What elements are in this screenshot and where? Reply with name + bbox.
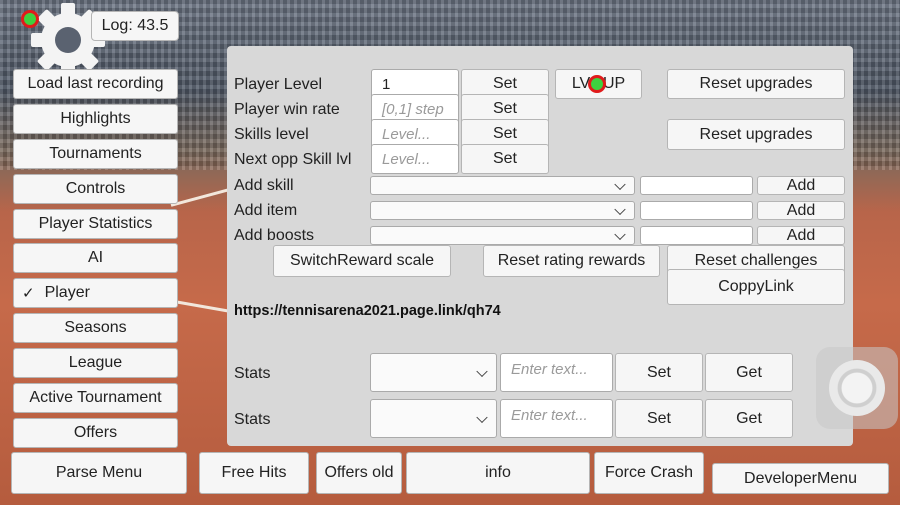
stats-dropdown-2[interactable] (370, 399, 497, 438)
next-opp-skill-set-button[interactable]: Set (461, 144, 549, 174)
stats-set-button[interactable]: Set (615, 353, 703, 392)
sidebar-item-player-statistics[interactable]: Player Statistics (13, 209, 178, 239)
sidebar-item-tournaments[interactable]: Tournaments (13, 139, 178, 169)
sidebar-item-label: Player Statistics (38, 215, 153, 232)
add-item-button[interactable]: Add (757, 201, 845, 220)
chevron-down-icon (476, 411, 488, 423)
force-crash-button[interactable]: Force Crash (594, 452, 704, 494)
next-opp-skill-input[interactable]: Level... (371, 144, 459, 174)
add-boosts-button[interactable]: Add (757, 226, 845, 245)
add-boosts-dropdown[interactable] (370, 226, 635, 245)
sidebar-item-label: Active Tournament (29, 389, 162, 406)
add-skill-dropdown[interactable] (370, 176, 635, 195)
add-skill-text-field[interactable] (640, 176, 753, 195)
stats-get-button[interactable]: Get (705, 353, 793, 392)
reset-rating-rewards-button[interactable]: Reset rating rewards (483, 245, 660, 277)
sidebar-item-label: Tournaments (49, 145, 142, 162)
sidebar-item-offers[interactable]: Offers (13, 418, 178, 448)
free-hits-button[interactable]: Free Hits (199, 452, 309, 494)
stats-text-input-2[interactable]: Enter text... (500, 399, 613, 438)
sidebar-item-highlights[interactable]: Highlights (13, 104, 178, 134)
info-button[interactable]: info (406, 452, 590, 494)
switch-reward-scale-button[interactable]: SwitchReward scale (273, 245, 451, 277)
player-level-label: Player Level (234, 76, 323, 93)
sidebar-item-league[interactable]: League (13, 348, 178, 378)
sidebar-item-label: League (68, 354, 123, 371)
chevron-down-icon (476, 365, 488, 377)
next-opp-skill-label: Next opp Skill lvl (234, 151, 352, 168)
add-boosts-text-field[interactable] (640, 226, 753, 245)
stats-label-2: Stats (234, 411, 271, 428)
win-rate-label: Player win rate (234, 101, 340, 118)
log-readout: Log: 43.5 (91, 11, 179, 41)
add-item-dropdown[interactable] (370, 201, 635, 220)
offers-old-button[interactable]: Offers old (316, 452, 402, 494)
parse-menu-button[interactable]: Parse Menu (11, 452, 187, 494)
sidebar-item-seasons[interactable]: Seasons (13, 313, 178, 343)
touch-marker-icon (588, 75, 606, 93)
add-boosts-label: Add boosts (234, 227, 315, 244)
touch-marker-icon (21, 10, 39, 28)
sidebar-item-player[interactable]: ✓ Player (13, 278, 178, 308)
reset-upgrades-button[interactable]: Reset upgrades (667, 69, 845, 99)
stats-get-button-2[interactable]: Get (705, 399, 793, 438)
add-skill-label: Add skill (234, 177, 294, 194)
add-item-label: Add item (234, 202, 298, 219)
developer-menu-button[interactable]: DeveloperMenu (712, 463, 889, 494)
reset-upgrades-button-2[interactable]: Reset upgrades (667, 119, 845, 150)
stats-dropdown[interactable] (370, 353, 497, 392)
sidebar-item-label: Highlights (60, 110, 131, 127)
skills-level-label: Skills level (234, 126, 309, 143)
share-link-text: https://tennisarena2021.page.link/qh74 (234, 303, 501, 319)
sidebar-item-label: AI (87, 249, 104, 266)
joystick-knob[interactable] (829, 360, 885, 416)
chevron-down-icon (614, 178, 626, 190)
chevron-down-icon (614, 228, 626, 240)
sidebar-item-controls[interactable]: Controls (13, 174, 178, 204)
sidebar-item-active-tournament[interactable]: Active Tournament (13, 383, 178, 413)
sidebar-item-label: Seasons (64, 319, 127, 336)
chevron-down-icon (614, 203, 626, 215)
add-item-text-field[interactable] (640, 201, 753, 220)
sidebar-item-label: Offers (73, 424, 118, 441)
stats-text-input[interactable]: Enter text... (500, 353, 613, 392)
sidebar-item-label: Player (44, 284, 90, 301)
copy-link-button[interactable]: CoppyLink (667, 269, 845, 305)
sidebar-item-label: Load last recording (27, 75, 164, 92)
sidebar-item-ai[interactable]: AI (13, 243, 178, 273)
add-skill-button[interactable]: Add (757, 176, 845, 195)
stats-set-button-2[interactable]: Set (615, 399, 703, 438)
check-icon: ✓ (22, 285, 35, 302)
joystick-icon[interactable] (816, 347, 898, 429)
stats-label: Stats (234, 365, 271, 382)
sidebar-item-load-last-recording[interactable]: Load last recording (13, 69, 178, 99)
sidebar-item-label: Controls (65, 180, 126, 197)
